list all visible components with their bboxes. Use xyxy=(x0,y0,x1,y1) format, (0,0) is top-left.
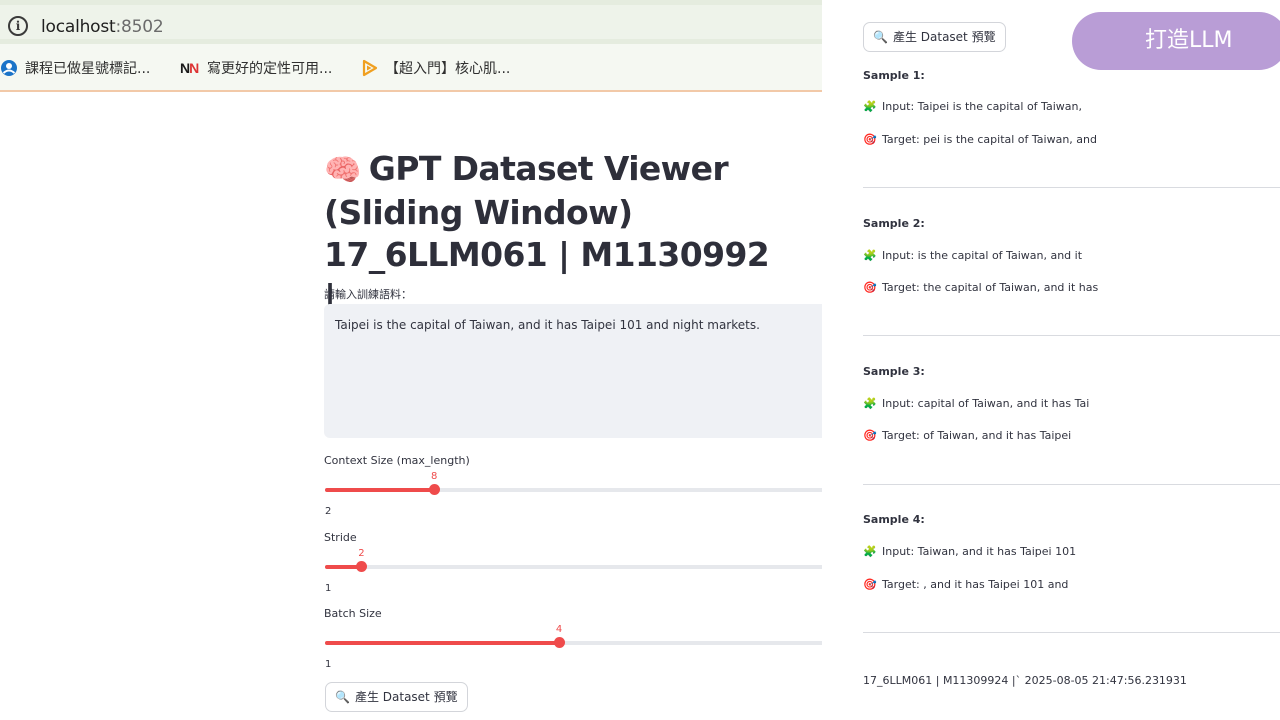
url-text[interactable]: localhost:8502 xyxy=(41,17,164,37)
site-info-icon[interactable]: i xyxy=(8,16,28,36)
sample-input-text: Input: Taiwan, and it has Taipei 101 xyxy=(882,545,1077,558)
url-host: localhost xyxy=(41,17,116,37)
slider-track xyxy=(325,565,822,569)
url-field[interactable]: i localhost:8502 xyxy=(0,5,822,39)
sample-input: 🧩 Input: Taiwan, and it has Taipei 101 xyxy=(863,545,1076,558)
target-icon: 🎯 xyxy=(863,133,877,146)
slider-min: 1 xyxy=(325,583,332,594)
slider-fill xyxy=(325,488,435,492)
results-panel: 🔍 產生 Dataset 預覽 打造LLM Sample 1: 🧩 Input: T… xyxy=(822,0,1280,720)
slider-value: 4 xyxy=(555,624,563,635)
page-title-text: GPT Dataset Viewer (Sliding Window) 17_6… xyxy=(324,149,770,274)
context-size-slider[interactable]: 8 2 xyxy=(325,471,822,517)
slider-value: 8 xyxy=(431,471,438,482)
corpus-input[interactable]: Taipei is the capital of Taiwan, and it … xyxy=(324,304,822,438)
play-icon xyxy=(362,59,378,77)
footer-timestamp: 17_6LLM061 | M11309924 |` 2025-08-05 21:… xyxy=(863,674,1187,687)
sample-input-text: Input: Taipei is the capital of Taiwan, xyxy=(882,100,1082,113)
sample-input-text: Input: capital of Taiwan, and it has Tai xyxy=(882,397,1090,410)
divider xyxy=(863,484,1280,485)
divider xyxy=(863,335,1280,336)
slider-min: 2 xyxy=(325,506,332,517)
target-icon: 🎯 xyxy=(863,578,877,591)
sample-input-text: Input: is the capital of Taiwan, and it xyxy=(882,249,1083,262)
slider-min: 1 xyxy=(325,659,332,670)
llm-badge: 打造LLM xyxy=(1072,12,1280,70)
bookmarks-bar: 課程已做星號標記... NN 寫更好的定性可用... 【超入門】核心肌... xyxy=(0,44,822,90)
sample-target: 🎯 Target: of Taiwan, and it has Taipei xyxy=(863,429,1071,442)
batch-size-label: Batch Size xyxy=(324,607,382,620)
sample-title: Sample 4: xyxy=(863,513,925,526)
divider xyxy=(863,187,1280,188)
sample-target-text: Target: the capital of Taiwan, and it ha… xyxy=(882,281,1099,294)
sample-input: 🧩 Input: is the capital of Taiwan, and it xyxy=(863,249,1082,262)
sample-input: 🧩 Input: capital of Taiwan, and it has Ta… xyxy=(863,397,1089,410)
target-icon: 🎯 xyxy=(863,281,877,294)
browser-window: i localhost:8502 課程已做星號標記... NN 寫更好的定性可用… xyxy=(0,0,822,720)
bookmark-3[interactable]: 【超入門】核心肌... xyxy=(360,58,510,78)
bookmark-1[interactable]: 課程已做星號標記... xyxy=(0,58,150,78)
bookmark-3-label: 【超入門】核心肌... xyxy=(385,61,511,77)
bookmark-2-label: 寫更好的定性可用... xyxy=(207,61,333,77)
search-icon: 🔍 xyxy=(873,30,888,44)
slider-fill xyxy=(325,641,559,645)
globe-user-icon xyxy=(1,60,17,76)
sample-title: Sample 2: xyxy=(863,217,925,230)
stride-label: Stride xyxy=(324,531,357,544)
batch-size-slider[interactable]: 4 1 xyxy=(325,624,822,670)
sample-target-text: Target: , and it has Taipei 101 and xyxy=(882,578,1069,591)
address-bar: i localhost:8502 xyxy=(0,0,822,44)
bookmark-1-label: 課程已做星號標記... xyxy=(25,61,151,77)
bookmark-2[interactable]: NN 寫更好的定性可用... xyxy=(180,58,332,78)
puzzle-icon: 🧩 xyxy=(863,545,877,558)
corpus-input-label: 請輸入訓練語料： xyxy=(324,288,412,301)
target-icon: 🎯 xyxy=(863,429,877,442)
brain-icon: 🧠 xyxy=(324,153,361,188)
nn-logo-icon: NN xyxy=(180,60,199,76)
puzzle-icon: 🧩 xyxy=(863,397,877,410)
sample-target: 🎯 Target: pei is the capital of Taiwan, a… xyxy=(863,133,1097,146)
sample-target: 🎯 Target: the capital of Taiwan, and it h… xyxy=(863,281,1098,294)
generate-preview-label: 產生 Dataset 預覽 xyxy=(354,690,458,704)
slider-value: 2 xyxy=(358,548,365,559)
sample-target-text: Target: pei is the capital of Taiwan, an… xyxy=(882,133,1097,146)
sample-title: Sample 1: xyxy=(863,69,925,82)
url-port: :8502 xyxy=(115,17,164,37)
generate-preview-button[interactable]: 🔍 產生 Dataset 預覽 xyxy=(325,682,468,712)
stride-slider[interactable]: 2 1 xyxy=(325,548,822,594)
generate-preview-label: 產生 Dataset 預覽 xyxy=(892,30,996,44)
generate-preview-button-2[interactable]: 🔍 產生 Dataset 預覽 xyxy=(863,22,1006,52)
sample-title: Sample 3: xyxy=(863,365,925,378)
slider-thumb[interactable] xyxy=(356,561,368,572)
sample-input: 🧩 Input: Taipei is the capital of Taiwan, xyxy=(863,100,1082,113)
sample-target-text: Target: of Taiwan, and it has Taipei xyxy=(882,429,1072,442)
puzzle-icon: 🧩 xyxy=(863,100,877,113)
puzzle-icon: 🧩 xyxy=(863,249,877,262)
search-icon: 🔍 xyxy=(335,690,350,704)
streamlit-app: 🧠 GPT Dataset Viewer (Sliding Window) 17_… xyxy=(0,92,822,720)
sample-target: 🎯 Target: , and it has Taipei 101 and xyxy=(863,578,1068,591)
slider-thumb[interactable] xyxy=(554,637,565,648)
divider xyxy=(863,632,1280,633)
context-size-label: Context Size (max_length) xyxy=(324,454,470,467)
slider-thumb[interactable] xyxy=(429,484,441,495)
